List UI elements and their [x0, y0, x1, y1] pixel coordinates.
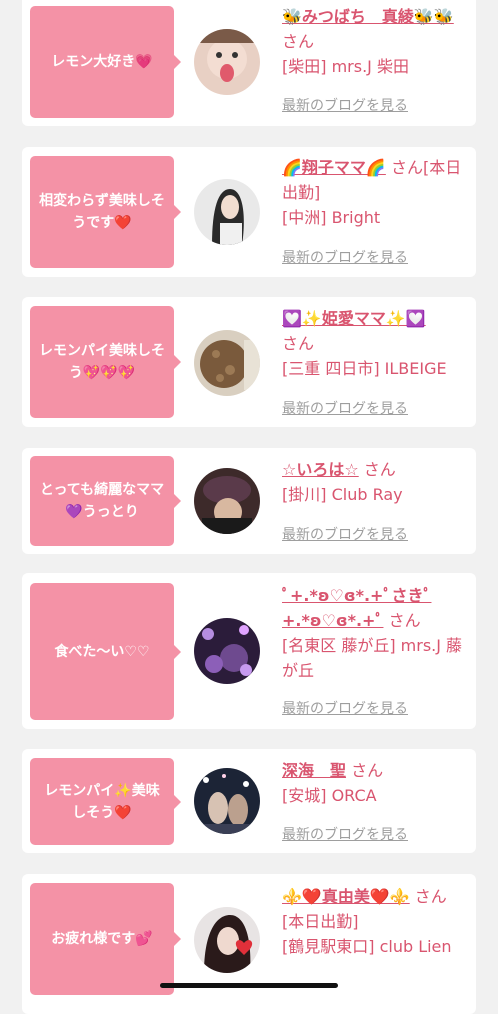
honorific: さん [414, 887, 447, 906]
comment-card: お疲れ様です💕 ⚜️❤️真由美❤️⚜️ さん [本日出勤] [鶴見駅東口] clu… [22, 874, 476, 1014]
user-name-link[interactable]: 深海 聖 [282, 761, 346, 780]
honorific: さん [388, 611, 421, 630]
honorific: さん [363, 460, 396, 479]
home-indicator[interactable] [160, 983, 338, 988]
latest-blog-link[interactable]: 最新のブログを見る [282, 95, 408, 115]
shop-label: [鶴見駅東口] club Lien [282, 937, 452, 956]
avatar[interactable] [194, 618, 260, 684]
comment-bubble: レモン大好き💗 [30, 6, 181, 118]
honorific: さん [351, 761, 384, 780]
latest-blog-link[interactable]: 最新のブログを見る [282, 524, 408, 544]
comment-bubble: 相変わらず美味しそうです❤️ [30, 156, 181, 268]
latest-blog-link[interactable]: 最新のブログを見る [282, 247, 408, 267]
status-note: [本日出勤] [282, 912, 359, 931]
comment-bubble: とっても綺麗なママ💜うっとり [30, 456, 181, 546]
avatar[interactable] [194, 179, 260, 245]
comment-bubble: レモンパイ✨美味しそう❤️ [30, 758, 181, 845]
user-name-link[interactable]: ⚜️❤️真由美❤️⚜️ [282, 887, 410, 906]
avatar[interactable] [194, 29, 260, 95]
honorific: さん [282, 32, 315, 51]
user-name-link[interactable]: 💟✨姫愛ママ✨💟 [282, 309, 426, 328]
avatar[interactable] [194, 768, 260, 834]
user-name-link[interactable]: 🌈翔子ママ🌈 [282, 158, 386, 177]
comment-card: レモンパイ✨美味しそう❤️ 深海 聖 さん [安城] ORCA 最新のブログを見… [22, 749, 476, 853]
comment-card: 相変わらず美味しそうです❤️ 🌈翔子ママ🌈 さん[本日出勤] [中洲] Brig… [22, 147, 476, 277]
comment-bubble: お疲れ様です💕 [30, 883, 181, 995]
comment-card: とっても綺麗なママ💜うっとり ☆いろは☆ さん [掛川] Club Ray 最新… [22, 448, 476, 554]
shop-label: [名東区 藤が丘] mrs.J 藤が丘 [282, 636, 463, 680]
comment-bubble: レモンパイ美味しそう💖💖💖 [30, 306, 181, 418]
comment-bubble: 食べた〜い♡♡ [30, 583, 181, 720]
avatar[interactable] [194, 907, 260, 973]
honorific: さん [390, 158, 423, 177]
comment-card: レモン大好き💗 🐝みつばち 真綾🐝🐝 さん [柴田] mrs.J 柴田 最新のブ… [22, 0, 476, 126]
shop-label: [三重 四日市] ILBEIGE [282, 359, 447, 378]
shop-label: [掛川] Club Ray [282, 485, 403, 504]
latest-blog-link[interactable]: 最新のブログを見る [282, 698, 408, 718]
honorific: さん [282, 334, 315, 353]
avatar[interactable] [194, 468, 260, 534]
latest-blog-link[interactable]: 最新のブログを見る [282, 824, 408, 844]
avatar[interactable] [194, 330, 260, 396]
latest-blog-link[interactable]: 最新のブログを見る [282, 398, 408, 418]
shop-label: [中洲] Bright [282, 208, 381, 227]
user-name-link[interactable]: ☆いろは☆ [282, 460, 359, 479]
comment-card: レモンパイ美味しそう💖💖💖 💟✨姫愛ママ✨💟 さん [三重 四日市] ILBEI… [22, 297, 476, 427]
user-name-link[interactable]: 🐝みつばち 真綾🐝🐝 [282, 7, 454, 26]
shop-label: [柴田] mrs.J 柴田 [282, 57, 409, 76]
shop-label: [安城] ORCA [282, 786, 377, 805]
comment-card: 食べた〜い♡♡ ﾟ+.*ʚ♡ɞ*.+ﾟさきﾟ+.*ʚ♡ɞ*.+ﾟ さん [名東区… [22, 573, 476, 729]
